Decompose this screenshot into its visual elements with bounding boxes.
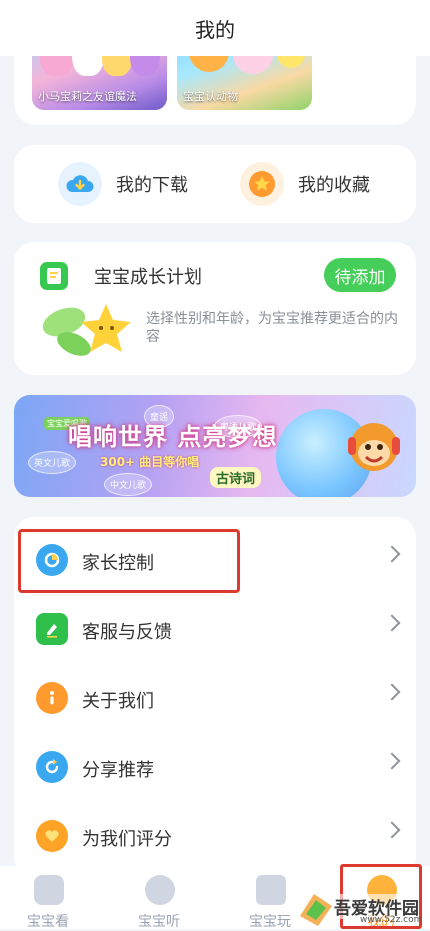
tab-label: 宝宝听 (138, 914, 180, 930)
watermark-logo-icon (300, 894, 332, 926)
monkey-illustration (344, 415, 404, 485)
growth-plan-add-button[interactable]: 待添加 (324, 258, 396, 292)
tv-icon (34, 875, 64, 905)
menu-item-about-us[interactable]: 关于我们 (14, 668, 416, 728)
tab-baby-watch[interactable]: 宝宝看 (5, 866, 91, 930)
banner-tag: 中文儿歌 (104, 473, 153, 496)
menu-item-label: 关于我们 (82, 691, 154, 712)
my-favorites-label: 我的收藏 (298, 175, 370, 196)
promo-banner[interactable]: 宝宝爱唱歌 唱响世界 点亮梦想 300+ 曲目等你唱 童谣 粤语儿歌 英文儿歌 … (14, 395, 416, 497)
growth-plan-icon (40, 262, 68, 290)
quick-actions-card: 我的下载 我的收藏 (14, 145, 416, 223)
banner-tag: 英文儿歌 (28, 451, 77, 474)
my-downloads-label: 我的下载 (116, 175, 188, 196)
banner-poem-tag: 古诗词 (210, 467, 262, 488)
heart-icon (36, 820, 68, 852)
menu-item-share[interactable]: 分享推荐 (14, 737, 416, 797)
chevron-right-icon (383, 545, 401, 563)
growth-plan-description: 选择性别和年龄，为宝宝推荐更适合的内容 (146, 311, 398, 345)
banner-subtitle: 300+ 曲目等你唱 (100, 455, 200, 469)
menu-item-rate-us[interactable]: 为我们评分 (14, 806, 416, 866)
recent-item-caption: 宝宝认动物 (183, 90, 238, 103)
page-title: 我的 (195, 17, 235, 42)
growth-plan-card[interactable]: 宝宝成长计划 待添加 选择性别和年龄，为宝宝推荐更适合的内容 (14, 242, 416, 375)
chevron-right-icon (383, 752, 401, 770)
headphones-icon (145, 875, 175, 905)
top-bar: 我的 (0, 0, 430, 56)
menu-item-feedback[interactable]: 客服与反馈 (14, 599, 416, 659)
my-favorites-button[interactable]: 我的收藏 (240, 161, 370, 207)
tab-baby-listen[interactable]: 宝宝听 (116, 866, 202, 930)
recent-item-caption: 小马宝莉之友谊魔法 (38, 90, 137, 103)
menu-item-label: 客服与反馈 (82, 622, 172, 643)
chevron-right-icon (383, 821, 401, 839)
annotation-highlight-box (18, 529, 240, 593)
growth-plan-title: 宝宝成长计划 (94, 267, 202, 288)
tab-label: 宝宝看 (27, 914, 69, 930)
chevron-right-icon (383, 614, 401, 632)
share-icon (36, 751, 68, 783)
banner-tag: 粤语儿歌 (214, 415, 263, 438)
watermark-url: www.52z.com (360, 915, 423, 925)
my-downloads-button[interactable]: 我的下载 (58, 161, 188, 207)
menu-item-label: 为我们评分 (82, 829, 172, 850)
watermark: 吾爱软件园 www.52z.com (296, 878, 430, 929)
banner-tag: 童谣 (144, 405, 175, 428)
menu-item-label: 分享推荐 (82, 760, 154, 781)
rocking-horse-icon (256, 875, 286, 905)
chevron-right-icon (383, 683, 401, 701)
growth-star-illustration (36, 296, 142, 366)
cloud-download-icon (58, 162, 102, 206)
info-icon (36, 682, 68, 714)
star-icon (240, 162, 284, 206)
feedback-icon (36, 613, 68, 645)
